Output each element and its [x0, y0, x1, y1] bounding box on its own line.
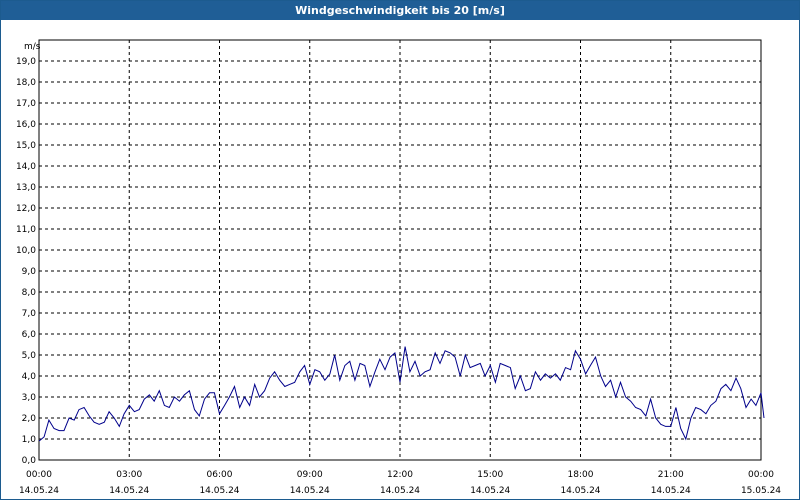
- x-axis-ticks: 00:00 14.05.24 03:00 14.05.24 06:00 14.05.24 0…: [19, 470, 781, 496]
- y-tick-label: 17,0: [16, 99, 36, 109]
- y-tick-label: 12,0: [16, 204, 36, 214]
- y-tick-label: 15,0: [16, 141, 36, 151]
- y-tick-label: 4,0: [22, 372, 37, 382]
- x-tick-time-label: 18:00: [568, 470, 594, 480]
- y-tick-label: 2,0: [22, 414, 37, 424]
- x-tick-date-label: 14.05.24: [109, 486, 149, 496]
- x-tick-date-label: 15.05.24: [741, 486, 781, 496]
- x-tick-time-label: 21:00: [658, 470, 684, 480]
- x-tick-time-label: 06:00: [207, 470, 233, 480]
- y-tick-label: 8,0: [22, 288, 37, 298]
- wind-speed-chart: m/s 0,0 1,0 2,0 3,0 4,0 5,0 6,0 7,0 8,0 9,0 10,0 11…: [16, 39, 781, 496]
- y-tick-label: 6,0: [22, 330, 37, 340]
- x-tick-date-label: 14.05.24: [19, 486, 59, 496]
- y-tick-label: 11,0: [16, 225, 36, 235]
- x-tick-time-label: 12:00: [387, 470, 413, 480]
- x-tick-date-label: 14.05.24: [470, 486, 510, 496]
- y-tick-label: 10,0: [16, 246, 36, 256]
- x-tick-date-label: 14.05.24: [560, 486, 600, 496]
- x-tick-time-label: 00:00: [748, 470, 774, 480]
- y-axis-ticks: 0,0 1,0 2,0 3,0 4,0 5,0 6,0 7,0 8,0 9,0 10,0 11,0 12…: [16, 57, 36, 466]
- y-tick-label: 1,0: [22, 435, 37, 445]
- y-tick-label: 14,0: [16, 162, 36, 172]
- x-tick-date-label: 14.05.24: [199, 486, 239, 496]
- y-tick-label: 19,0: [16, 57, 36, 67]
- y-axis-unit-label: m/s: [24, 42, 41, 52]
- y-tick-label: 3,0: [22, 393, 37, 403]
- y-tick-label: 9,0: [22, 267, 37, 277]
- x-tick-date-label: 14.05.24: [380, 486, 420, 496]
- x-tick-time-label: 15:00: [477, 470, 503, 480]
- x-tick-time-label: 09:00: [297, 470, 323, 480]
- x-tick-date-label: 14.05.24: [290, 486, 330, 496]
- y-tick-label: 0,0: [22, 456, 37, 466]
- x-tick-time-label: 03:00: [116, 470, 142, 480]
- y-tick-label: 7,0: [22, 309, 37, 319]
- y-tick-label: 16,0: [16, 120, 36, 130]
- x-tick-date-label: 14.05.24: [651, 486, 691, 496]
- x-tick-time-label: 00:00: [26, 470, 52, 480]
- y-tick-label: 18,0: [16, 78, 36, 88]
- y-tick-label: 13,0: [16, 183, 36, 193]
- chart-window: Windgeschwindigkeit bis 20 [m/s] m/s 0,0…: [0, 0, 800, 500]
- y-tick-label: 5,0: [22, 351, 37, 361]
